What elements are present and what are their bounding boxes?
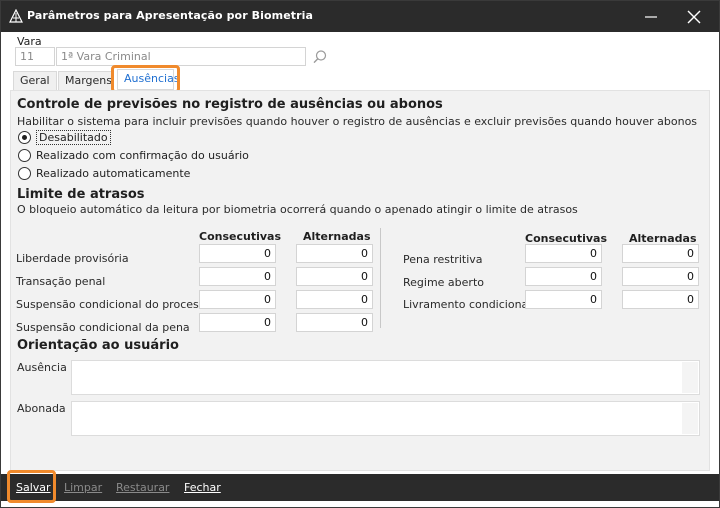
title-bar: Parâmetros para Apresentação por Biometr… <box>1 1 719 32</box>
vara-code-field[interactable]: 11 <box>15 47 55 66</box>
radio-button[interactable] <box>18 130 31 144</box>
row-label-regime-aberto: Regime aberto <box>403 276 484 289</box>
transacao-alternadas-input[interactable]: 0 <box>296 267 373 286</box>
dialog-content: Vara 11 1ª Vara Criminal Geral Margens A… <box>1 32 719 474</box>
tab-margens[interactable]: Margens <box>58 71 112 90</box>
search-icon[interactable] <box>312 49 328 65</box>
abonada-label: Abonada <box>17 402 66 415</box>
susp-processo-consecutivas-input[interactable]: 0 <box>199 290 276 309</box>
radio-label: Realizado com confirmação do usuário <box>36 148 249 162</box>
columns-divider <box>380 228 381 328</box>
row-label-livramento: Livramento condicional <box>403 298 532 311</box>
row-label-pena-restritiva: Pena restritiva <box>403 253 483 266</box>
vara-name-field[interactable]: 1ª Vara Criminal <box>56 47 306 66</box>
radio-automatico[interactable]: Realizado automaticamente <box>18 165 190 181</box>
radio-label: Desabilitado <box>36 129 111 145</box>
ausencia-scrollbar[interactable] <box>682 362 698 393</box>
radio-button[interactable] <box>18 148 31 162</box>
row-label-liberdade: Liberdade provisória <box>16 252 129 265</box>
dialog-window: Parâmetros para Apresentação por Biometr… <box>0 0 720 508</box>
restaurar-button[interactable]: Restaurar <box>116 481 169 494</box>
tab-ausencias-highlight <box>111 65 180 93</box>
row-label-susp-processo: Suspensão condicional do processo <box>16 298 212 311</box>
radio-confirmacao[interactable]: Realizado com confirmação do usuário <box>18 147 249 163</box>
row-label-transacao: Transação penal <box>16 275 106 288</box>
pena-restritiva-alternadas-input[interactable]: 0 <box>622 244 699 263</box>
transacao-consecutivas-input[interactable]: 0 <box>199 267 276 286</box>
ausencia-label: Ausência <box>17 361 67 374</box>
radio-button[interactable] <box>18 166 31 180</box>
close-icon[interactable] <box>684 7 704 27</box>
row-label-susp-pena: Suspensão condicional da pena <box>16 321 190 334</box>
orientacao-title: Orientação ao usuário <box>17 338 179 353</box>
regime-aberto-alternadas-input[interactable]: 0 <box>622 267 699 286</box>
fechar-button[interactable]: Fechar <box>184 481 221 494</box>
pena-restritiva-consecutivas-input[interactable]: 0 <box>525 244 602 263</box>
limpar-button[interactable]: Limpar <box>64 481 102 494</box>
livramento-consecutivas-input[interactable]: 0 <box>525 290 602 309</box>
susp-pena-alternadas-input[interactable]: 0 <box>296 313 373 332</box>
limite-description: O bloqueio automático da leitura por bio… <box>17 203 578 216</box>
controle-description: Habilitar o sistema para incluir previsõ… <box>17 115 698 128</box>
susp-processo-alternadas-input[interactable]: 0 <box>296 290 373 309</box>
liberdade-alternadas-input[interactable]: 0 <box>296 244 373 263</box>
limite-title: Limite de atrasos <box>17 187 145 202</box>
tab-geral[interactable]: Geral <box>13 71 57 90</box>
window-title: Parâmetros para Apresentação por Biometr… <box>27 9 314 22</box>
left-consecutivas-header: Consecutivas <box>199 230 281 243</box>
regime-aberto-consecutivas-input[interactable]: 0 <box>525 267 602 286</box>
ausencias-panel: Controle de previsões no registro de aus… <box>10 90 710 471</box>
abonada-scrollbar[interactable] <box>682 403 698 434</box>
abonada-textarea[interactable] <box>71 401 700 436</box>
liberdade-consecutivas-input[interactable]: 0 <box>199 244 276 263</box>
ausencia-textarea[interactable] <box>71 360 700 395</box>
controle-title: Controle de previsões no registro de aus… <box>17 97 443 112</box>
susp-pena-consecutivas-input[interactable]: 0 <box>199 313 276 332</box>
livramento-alternadas-input[interactable]: 0 <box>622 290 699 309</box>
salvar-highlight <box>7 470 56 503</box>
left-alternadas-header: Alternadas <box>303 230 371 243</box>
footer-bar: Salvar Limpar Restaurar Fechar <box>1 474 719 501</box>
app-icon <box>9 9 23 23</box>
radio-desabilitado[interactable]: Desabilitado <box>18 129 111 145</box>
minimize-icon[interactable] <box>641 7 661 27</box>
radio-label: Realizado automaticamente <box>36 166 191 180</box>
